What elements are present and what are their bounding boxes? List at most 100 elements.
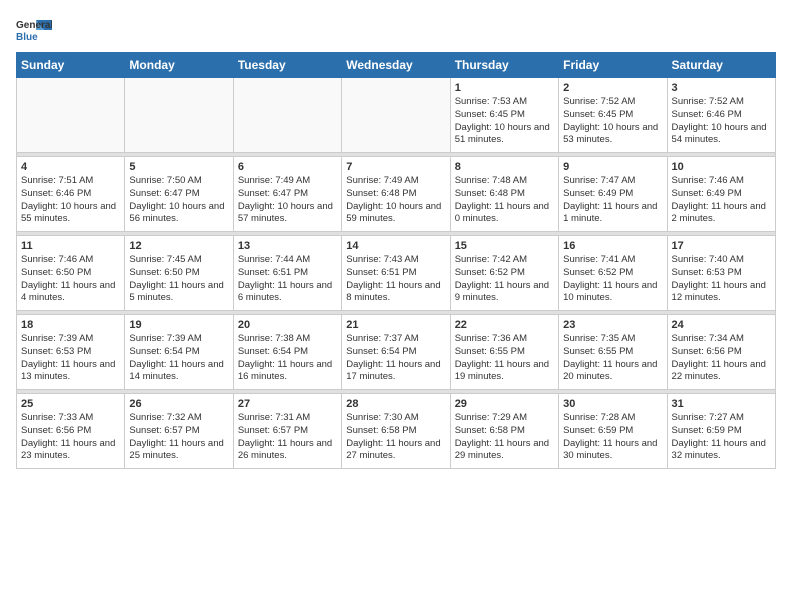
day-number: 28: [346, 398, 445, 410]
day-number: 24: [672, 319, 771, 331]
week-row-5: 25 Sunrise: 7:33 AM Sunset: 6:56 PM Dayli…: [17, 394, 776, 469]
day-content: Sunrise: 7:44 AM Sunset: 6:51 PM Dayligh…: [238, 254, 337, 305]
day-number: 5: [129, 161, 228, 173]
calendar-cell: 5 Sunrise: 7:50 AM Sunset: 6:47 PM Daylig…: [125, 157, 233, 232]
calendar-cell: 8 Sunrise: 7:48 AM Sunset: 6:48 PM Daylig…: [450, 157, 558, 232]
column-header-monday: Monday: [125, 53, 233, 78]
day-content: Sunrise: 7:36 AM Sunset: 6:55 PM Dayligh…: [455, 333, 554, 384]
day-number: 13: [238, 240, 337, 252]
day-content: Sunrise: 7:32 AM Sunset: 6:57 PM Dayligh…: [129, 412, 228, 463]
day-content: Sunrise: 7:35 AM Sunset: 6:55 PM Dayligh…: [563, 333, 662, 384]
day-number: 21: [346, 319, 445, 331]
day-number: 14: [346, 240, 445, 252]
day-number: 27: [238, 398, 337, 410]
calendar-cell: 12Sunrise: 7:45 AM Sunset: 6:50 PM Dayli…: [125, 236, 233, 311]
column-header-wednesday: Wednesday: [342, 53, 450, 78]
column-header-friday: Friday: [559, 53, 667, 78]
calendar-cell: 19 Sunrise: 7:39 AM Sunset: 6:54 PM Dayli…: [125, 315, 233, 390]
svg-text:General: General: [16, 20, 52, 31]
calendar-cell: 29 Sunrise: 7:29 AM Sunset: 6:58 PM Dayli…: [450, 394, 558, 469]
calendar-cell: 11Sunrise: 7:46 AM Sunset: 6:50 PM Dayli…: [17, 236, 125, 311]
calendar-cell: 14 Sunrise: 7:43 AM Sunset: 6:51 PM Dayli…: [342, 236, 450, 311]
day-content: Sunrise: 7:29 AM Sunset: 6:58 PM Dayligh…: [455, 412, 554, 463]
day-number: 31: [672, 398, 771, 410]
day-content: Sunrise: 7:43 AM Sunset: 6:51 PM Dayligh…: [346, 254, 445, 305]
calendar-cell: 4 Sunrise: 7:51 AM Sunset: 6:46 PM Daylig…: [17, 157, 125, 232]
calendar-cell: 18 Sunrise: 7:39 AM Sunset: 6:53 PM Dayli…: [17, 315, 125, 390]
day-number: 1: [455, 82, 554, 94]
day-content: Sunrise: 7:42 AM Sunset: 6:52 PM Dayligh…: [455, 254, 554, 305]
day-number: 23: [563, 319, 662, 331]
calendar-cell: 17 Sunrise: 7:40 AM Sunset: 6:53 PM Dayli…: [667, 236, 775, 311]
calendar-cell: 25 Sunrise: 7:33 AM Sunset: 6:56 PM Dayli…: [17, 394, 125, 469]
week-row-1: 1 Sunrise: 7:53 AM Sunset: 6:45 PM Daylig…: [17, 78, 776, 153]
day-number: 29: [455, 398, 554, 410]
svg-text:Blue: Blue: [16, 32, 38, 43]
calendar-cell: 27Sunrise: 7:31 AM Sunset: 6:57 PM Dayli…: [233, 394, 341, 469]
day-content: Sunrise: 7:38 AM Sunset: 6:54 PM Dayligh…: [238, 333, 337, 384]
week-row-4: 18 Sunrise: 7:39 AM Sunset: 6:53 PM Dayli…: [17, 315, 776, 390]
day-content: Sunrise: 7:40 AM Sunset: 6:53 PM Dayligh…: [672, 254, 771, 305]
day-number: 8: [455, 161, 554, 173]
calendar-cell: [17, 78, 125, 153]
page-header: General Blue: [16, 16, 776, 44]
day-number: 6: [238, 161, 337, 173]
day-content: Sunrise: 7:45 AM Sunset: 6:50 PM Dayligh…: [129, 254, 228, 305]
day-content: Sunrise: 7:50 AM Sunset: 6:47 PM Dayligh…: [129, 175, 228, 226]
day-content: Sunrise: 7:52 AM Sunset: 6:45 PM Dayligh…: [563, 96, 662, 147]
day-content: Sunrise: 7:41 AM Sunset: 6:52 PM Dayligh…: [563, 254, 662, 305]
day-number: 4: [21, 161, 120, 173]
day-content: Sunrise: 7:27 AM Sunset: 6:59 PM Dayligh…: [672, 412, 771, 463]
day-content: Sunrise: 7:49 AM Sunset: 6:47 PM Dayligh…: [238, 175, 337, 226]
day-content: Sunrise: 7:49 AM Sunset: 6:48 PM Dayligh…: [346, 175, 445, 226]
calendar-cell: 6 Sunrise: 7:49 AM Sunset: 6:47 PM Daylig…: [233, 157, 341, 232]
day-content: Sunrise: 7:46 AM Sunset: 6:49 PM Dayligh…: [672, 175, 771, 226]
calendar-cell: 21 Sunrise: 7:37 AM Sunset: 6:54 PM Dayli…: [342, 315, 450, 390]
day-number: 7: [346, 161, 445, 173]
calendar-cell: 30 Sunrise: 7:28 AM Sunset: 6:59 PM Dayli…: [559, 394, 667, 469]
day-number: 10: [672, 161, 771, 173]
calendar-cell: 1 Sunrise: 7:53 AM Sunset: 6:45 PM Daylig…: [450, 78, 558, 153]
day-content: Sunrise: 7:34 AM Sunset: 6:56 PM Dayligh…: [672, 333, 771, 384]
day-content: Sunrise: 7:33 AM Sunset: 6:56 PM Dayligh…: [21, 412, 120, 463]
day-number: 18: [21, 319, 120, 331]
day-number: 17: [672, 240, 771, 252]
day-content: Sunrise: 7:48 AM Sunset: 6:48 PM Dayligh…: [455, 175, 554, 226]
logo: General Blue: [16, 16, 52, 44]
calendar-cell: 22Sunrise: 7:36 AM Sunset: 6:55 PM Dayli…: [450, 315, 558, 390]
calendar-cell: 16 Sunrise: 7:41 AM Sunset: 6:52 PM Dayli…: [559, 236, 667, 311]
day-number: 20: [238, 319, 337, 331]
logo-icon: General Blue: [16, 16, 52, 44]
calendar-cell: 13 Sunrise: 7:44 AM Sunset: 6:51 PM Dayli…: [233, 236, 341, 311]
calendar-header-row: SundayMondayTuesdayWednesdayThursdayFrid…: [17, 53, 776, 78]
calendar-cell: 31 Sunrise: 7:27 AM Sunset: 6:59 PM Dayli…: [667, 394, 775, 469]
week-row-3: 11Sunrise: 7:46 AM Sunset: 6:50 PM Dayli…: [17, 236, 776, 311]
calendar-cell: 10 Sunrise: 7:46 AM Sunset: 6:49 PM Dayli…: [667, 157, 775, 232]
day-content: Sunrise: 7:37 AM Sunset: 6:54 PM Dayligh…: [346, 333, 445, 384]
calendar-cell: 20 Sunrise: 7:38 AM Sunset: 6:54 PM Dayli…: [233, 315, 341, 390]
day-number: 9: [563, 161, 662, 173]
calendar-cell: [342, 78, 450, 153]
day-content: Sunrise: 7:39 AM Sunset: 6:53 PM Dayligh…: [21, 333, 120, 384]
calendar-cell: 2Sunrise: 7:52 AM Sunset: 6:45 PM Daylig…: [559, 78, 667, 153]
calendar-cell: 3Sunrise: 7:52 AM Sunset: 6:46 PM Daylig…: [667, 78, 775, 153]
day-content: Sunrise: 7:28 AM Sunset: 6:59 PM Dayligh…: [563, 412, 662, 463]
calendar-cell: [125, 78, 233, 153]
calendar-cell: 9Sunrise: 7:47 AM Sunset: 6:49 PM Daylig…: [559, 157, 667, 232]
day-number: 11: [21, 240, 120, 252]
day-content: Sunrise: 7:30 AM Sunset: 6:58 PM Dayligh…: [346, 412, 445, 463]
calendar-cell: 26 Sunrise: 7:32 AM Sunset: 6:57 PM Dayli…: [125, 394, 233, 469]
calendar-table: SundayMondayTuesdayWednesdayThursdayFrid…: [16, 52, 776, 469]
day-number: 16: [563, 240, 662, 252]
day-content: Sunrise: 7:53 AM Sunset: 6:45 PM Dayligh…: [455, 96, 554, 147]
day-number: 25: [21, 398, 120, 410]
day-number: 30: [563, 398, 662, 410]
column-header-tuesday: Tuesday: [233, 53, 341, 78]
day-content: Sunrise: 7:51 AM Sunset: 6:46 PM Dayligh…: [21, 175, 120, 226]
column-header-thursday: Thursday: [450, 53, 558, 78]
day-number: 19: [129, 319, 228, 331]
day-number: 26: [129, 398, 228, 410]
calendar-cell: 15Sunrise: 7:42 AM Sunset: 6:52 PM Dayli…: [450, 236, 558, 311]
day-content: Sunrise: 7:39 AM Sunset: 6:54 PM Dayligh…: [129, 333, 228, 384]
day-number: 3: [672, 82, 771, 94]
